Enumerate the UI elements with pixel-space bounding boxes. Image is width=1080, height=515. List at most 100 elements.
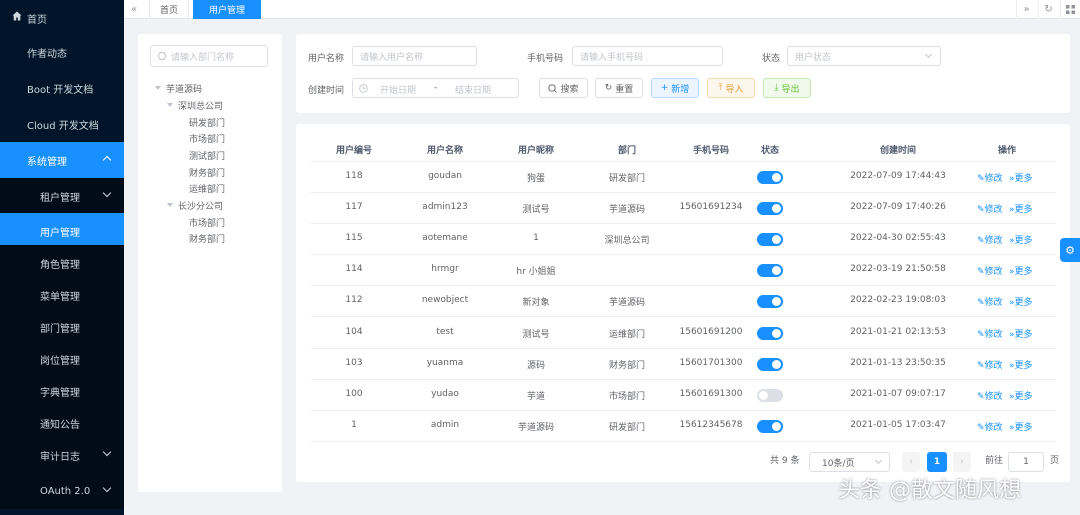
table-divider	[311, 347, 1056, 349]
column-header-nickname: 用户昵称	[517, 146, 555, 156]
status-toggle[interactable]	[757, 419, 783, 433]
sidebar-item-menus[interactable]: 菜单管理	[0, 277, 124, 313]
sidebar-item-label: 作者动态	[27, 48, 67, 60]
sidebar-item-boot-docs[interactable]: Boot 开发文档	[0, 70, 124, 106]
prev-page-button[interactable]: ‹	[902, 452, 920, 472]
scroll-left-button[interactable]: «	[124, 0, 144, 19]
more-label: 更多	[1014, 236, 1033, 247]
page-number-current[interactable]: 1	[927, 452, 947, 472]
tree-node[interactable]: 财务部门	[189, 232, 225, 245]
department-search-input[interactable]: 请输入部门名称	[150, 45, 268, 67]
cell-username: test	[436, 326, 454, 337]
edit-label: 修改	[984, 174, 1003, 184]
edit-icon: ✎	[977, 267, 985, 278]
status-toggle[interactable]	[757, 233, 783, 247]
cell-nickname: 1	[533, 233, 539, 244]
table-divider	[311, 316, 1056, 318]
phone-input[interactable]: 请输入手机号码	[572, 46, 723, 66]
more-button[interactable]: »更多	[1009, 264, 1033, 277]
status-toggle[interactable]	[757, 388, 783, 402]
sidebar-item-users[interactable]: 用户管理	[0, 213, 124, 249]
sidebar-item-departments[interactable]: 部门管理	[0, 309, 124, 345]
edit-button[interactable]: ✎修改	[977, 264, 1003, 277]
refresh-button[interactable]: ↻	[1038, 0, 1058, 19]
sidebar-item-roles[interactable]: 角色管理	[0, 245, 124, 281]
sidebar-item-posts[interactable]: 岗位管理	[0, 341, 124, 377]
caret-down-icon[interactable]	[167, 103, 173, 107]
tree-node[interactable]: 市场部门	[189, 132, 225, 145]
tree-node-changsha[interactable]: 长沙分公司	[178, 199, 223, 212]
add-button[interactable]: + 新增	[651, 78, 699, 98]
more-button[interactable]: »更多	[1009, 389, 1033, 402]
tree-node[interactable]: 运维部门	[189, 182, 225, 195]
cell-dept: 运维部门	[608, 329, 646, 340]
status-select[interactable]: 用户状态	[787, 46, 941, 66]
edit-button[interactable]: ✎修改	[977, 327, 1003, 340]
import-button[interactable]: ⤒ 导入	[707, 78, 755, 98]
more-button[interactable]: »更多	[1009, 295, 1033, 308]
caret-down-icon[interactable]	[155, 86, 161, 90]
reset-button[interactable]: ↻ 重置	[595, 78, 643, 98]
created-time-range[interactable]: 开始日期 - 结束日期	[352, 78, 519, 98]
status-toggle[interactable]	[757, 202, 783, 216]
search-button[interactable]: 搜索	[539, 78, 588, 98]
tab-home[interactable]: 首页	[149, 0, 189, 19]
status-toggle[interactable]	[757, 357, 783, 371]
page-size-select[interactable]: 10条/页	[809, 452, 890, 472]
sidebar-item-system[interactable]: 系统管理	[0, 142, 124, 178]
caret-down-icon[interactable]	[167, 203, 173, 207]
cell-created: 2021-01-13 23:50:35	[850, 357, 946, 368]
sidebar-item-author-news[interactable]: 作者动态	[0, 34, 124, 70]
tree-node-root[interactable]: 芋道源码	[166, 82, 202, 95]
goto-page-input[interactable]: 1	[1008, 452, 1044, 472]
sidebar-item-label: 租户管理	[40, 192, 80, 204]
sidebar-item-oauth[interactable]: OAuth 2.0	[0, 473, 124, 509]
status-toggle[interactable]	[757, 326, 783, 340]
edit-button[interactable]: ✎修改	[977, 358, 1003, 371]
created-time-label: 创建时间	[308, 86, 345, 96]
tree-node-shenzhen[interactable]: 深圳总公司	[178, 99, 223, 112]
username-input[interactable]: 请输入用户名称	[352, 46, 477, 66]
settings-button[interactable]: ⚙	[1060, 238, 1080, 262]
sidebar-item-notices[interactable]: 通知公告	[0, 405, 124, 441]
edit-button[interactable]: ✎修改	[977, 295, 1003, 308]
sidebar-item-tenant[interactable]: 租户管理	[0, 178, 124, 214]
sidebar-item-cloud-docs[interactable]: Cloud 开发文档	[0, 106, 124, 142]
status-toggle[interactable]	[757, 264, 783, 278]
more-label: 更多	[1014, 298, 1033, 309]
more-label: 更多	[1014, 205, 1033, 216]
next-page-button[interactable]: ›	[953, 452, 971, 472]
status-toggle[interactable]	[757, 295, 783, 309]
more-button[interactable]: »更多	[1009, 202, 1033, 215]
sidebar-item-dictionary[interactable]: 字典管理	[0, 373, 124, 409]
more-button[interactable]: »更多	[1009, 358, 1033, 371]
cell-created: 2021-01-21 02:13:53	[850, 326, 946, 337]
tab-menu-button[interactable]	[1060, 0, 1080, 19]
edit-button[interactable]: ✎修改	[977, 171, 1003, 184]
edit-button[interactable]: ✎修改	[977, 420, 1003, 433]
cell-username: admin123	[422, 202, 468, 213]
status-toggle[interactable]	[757, 171, 783, 184]
more-button[interactable]: »更多	[1009, 327, 1033, 340]
tree-node[interactable]: 市场部门	[189, 216, 225, 229]
edit-button[interactable]: ✎修改	[977, 202, 1003, 215]
cell-nickname: hr 小姐姐	[516, 267, 556, 278]
tab-user-management[interactable]: 用户管理	[193, 0, 261, 19]
tree-node[interactable]: 研发部门	[189, 116, 225, 129]
cell-nickname: 源码	[526, 360, 546, 371]
edit-button[interactable]: ✎修改	[977, 233, 1003, 246]
more-button[interactable]: »更多	[1009, 420, 1033, 433]
edit-button[interactable]: ✎修改	[977, 389, 1003, 402]
chevron-left-icon: ‹	[909, 457, 913, 467]
more-button[interactable]: »更多	[1009, 171, 1033, 184]
sidebar-item-audit-log[interactable]: 审计日志	[0, 437, 124, 473]
tree-node[interactable]: 测试部门	[189, 149, 225, 162]
button-label: 导入	[725, 84, 744, 95]
sidebar-item-home[interactable]: 首页	[0, 0, 124, 36]
export-button[interactable]: ⤓ 导出	[763, 78, 811, 98]
tree-node[interactable]: 财务部门	[189, 166, 225, 179]
scroll-right-button[interactable]: »	[1016, 0, 1036, 19]
sidebar-item-label: 系统管理	[27, 156, 67, 168]
placeholder: 请输入用户名称	[360, 52, 424, 63]
more-button[interactable]: »更多	[1009, 233, 1033, 246]
